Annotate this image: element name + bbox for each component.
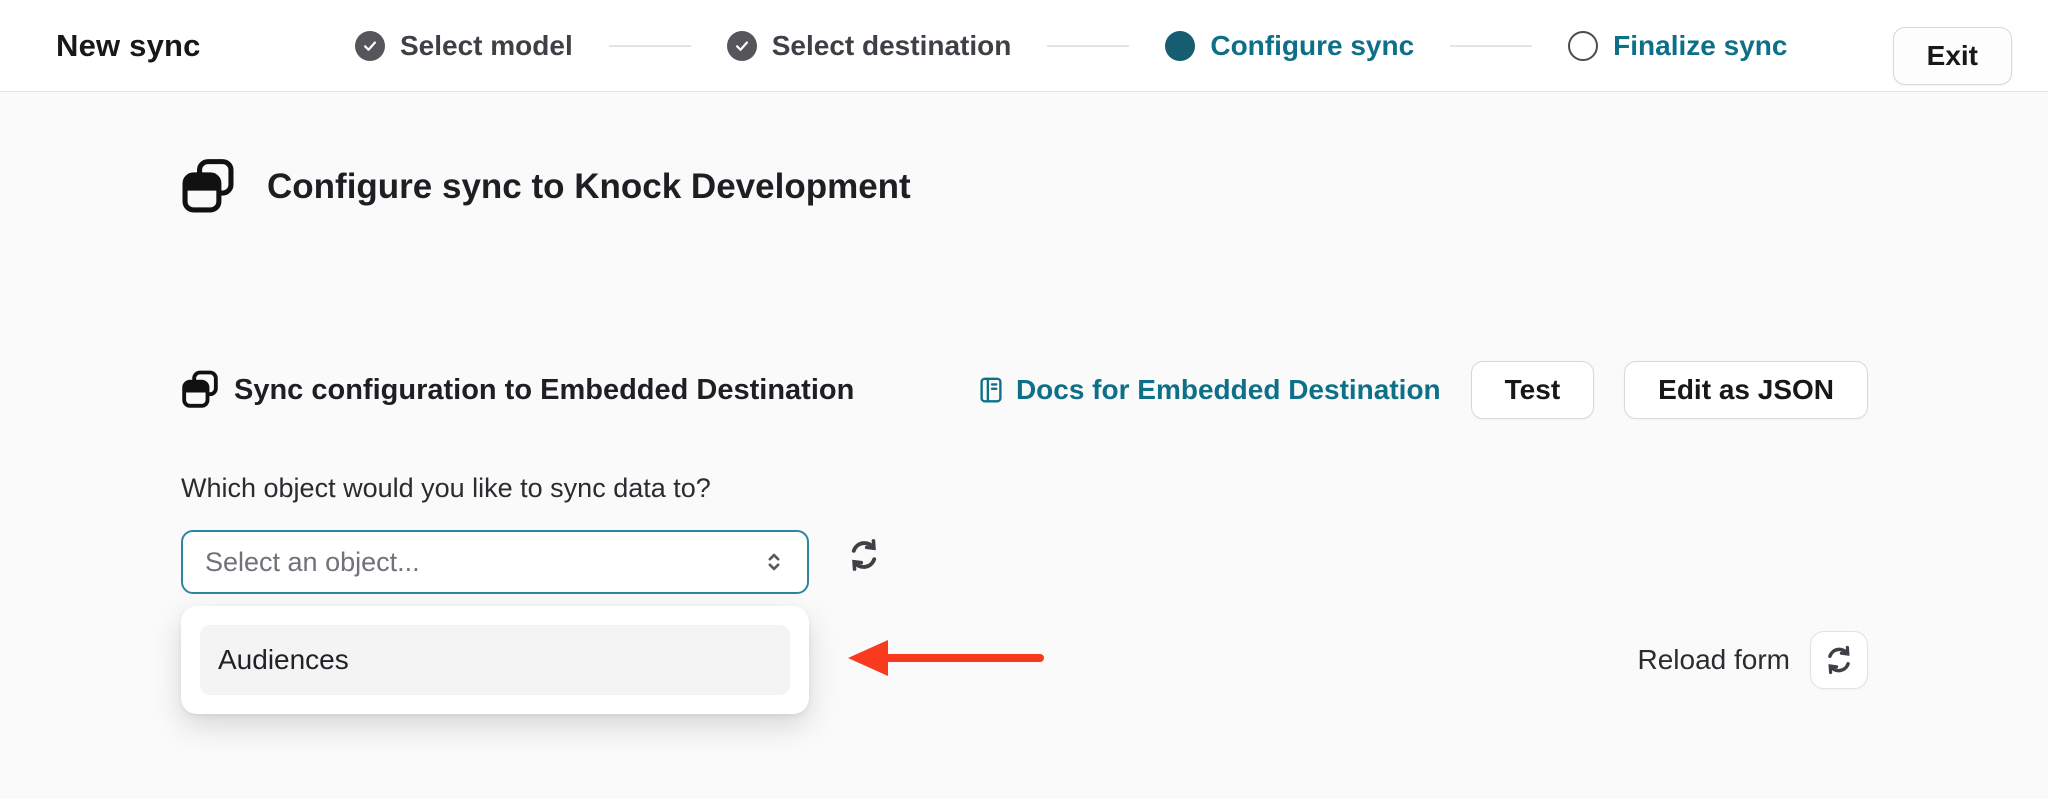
check-icon [355, 30, 385, 61]
step-label: Configure sync [1210, 29, 1415, 61]
page-title: New sync [56, 27, 201, 63]
step-separator [1047, 44, 1130, 47]
refresh-arrows-icon [846, 537, 882, 573]
object-select-dropdown: Audiences [181, 606, 809, 714]
refresh-arrows-icon [1823, 644, 1855, 676]
exit-button[interactable]: Exit [1892, 27, 2012, 85]
reload-form-button[interactable] [1810, 631, 1868, 689]
step-label: Select model [400, 29, 573, 61]
section-heading-group: Sync configuration to Embedded Destinati… [180, 370, 854, 410]
red-arrow-left-icon [846, 637, 1046, 679]
step-configure-sync[interactable]: Configure sync [1165, 30, 1414, 62]
docs-link[interactable]: Docs for Embedded Destination [976, 374, 1441, 406]
book-icon [976, 375, 1006, 405]
object-select-placeholder: Select an object... [205, 546, 420, 577]
wizard-header: New sync Select model Select destination [0, 0, 2048, 92]
section-heading: Sync configuration to Embedded Destinati… [234, 373, 855, 406]
refresh-objects-button[interactable] [846, 537, 882, 573]
step-select-model[interactable]: Select model [355, 30, 573, 62]
object-select[interactable]: Select an object... [181, 530, 809, 594]
test-button[interactable]: Test [1470, 361, 1595, 419]
wizard-stepper: Select model Select destination Configur… [355, 0, 1787, 91]
object-field-label: Which object would you like to sync data… [181, 473, 711, 503]
step-label: Finalize sync [1613, 29, 1788, 61]
step-select-destination[interactable]: Select destination [726, 29, 1012, 62]
edit-as-json-button[interactable]: Edit as JSON [1624, 361, 1868, 419]
empty-circle-icon [1568, 30, 1599, 61]
step-separator [608, 44, 691, 47]
reload-form-row: Reload form [1637, 631, 1868, 689]
filled-circle-icon [1165, 30, 1196, 61]
reload-form-label: Reload form [1637, 644, 1790, 675]
section-actions: Docs for Embedded Destination Test Edit … [976, 361, 1868, 419]
chevron-up-down-icon [761, 549, 787, 575]
step-separator [1450, 44, 1533, 47]
sync-configuration-section-row: Sync configuration to Embedded Destinati… [180, 361, 1868, 419]
docs-link-label: Docs for Embedded Destination [1015, 374, 1441, 405]
new-sync-wizard-page: New sync Select model Select destination [0, 0, 2048, 799]
configure-sync-heading-row: Configure sync to Knock Development [179, 158, 911, 216]
step-finalize-sync[interactable]: Finalize sync [1568, 30, 1787, 62]
check-icon [726, 30, 757, 61]
step-label: Select destination [771, 29, 1012, 61]
stacked-windows-icon [180, 370, 220, 410]
dropdown-option-audiences[interactable]: Audiences [200, 625, 790, 695]
stacked-windows-icon [179, 158, 237, 216]
configure-sync-heading: Configure sync to Knock Development [267, 167, 911, 206]
